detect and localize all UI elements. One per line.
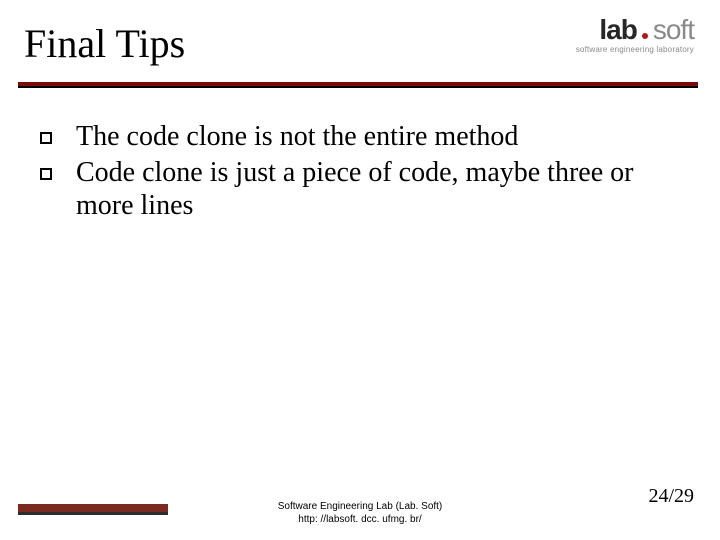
- list-item: Code clone is just a piece of code, mayb…: [40, 156, 680, 223]
- logo-dot-icon: [642, 33, 648, 39]
- square-bullet-icon: [40, 168, 52, 180]
- logo-text-soft: soft: [653, 16, 694, 44]
- logo: lab soft software engineering laboratory: [576, 16, 694, 54]
- footer: Software Engineering Lab (Lab. Soft) htt…: [0, 501, 720, 526]
- logo-main: lab soft: [576, 16, 694, 44]
- content-area: The code clone is not the entire method …: [40, 120, 680, 225]
- logo-subtitle: software engineering laboratory: [576, 46, 694, 54]
- logo-text-lab: lab: [599, 16, 636, 44]
- slide: Final Tips lab soft software engineering…: [0, 0, 720, 540]
- footer-bar-shadow: [18, 512, 168, 515]
- footer-accent-bar: [18, 504, 168, 516]
- page-number: 24/29: [648, 485, 694, 508]
- divider-black: [18, 86, 698, 88]
- slide-title: Final Tips: [24, 20, 185, 67]
- list-item: The code clone is not the entire method: [40, 120, 680, 154]
- list-item-text: Code clone is just a piece of code, mayb…: [76, 156, 680, 223]
- list-item-text: The code clone is not the entire method: [76, 120, 518, 154]
- square-bullet-icon: [40, 132, 52, 144]
- footer-bar-main: [18, 504, 168, 512]
